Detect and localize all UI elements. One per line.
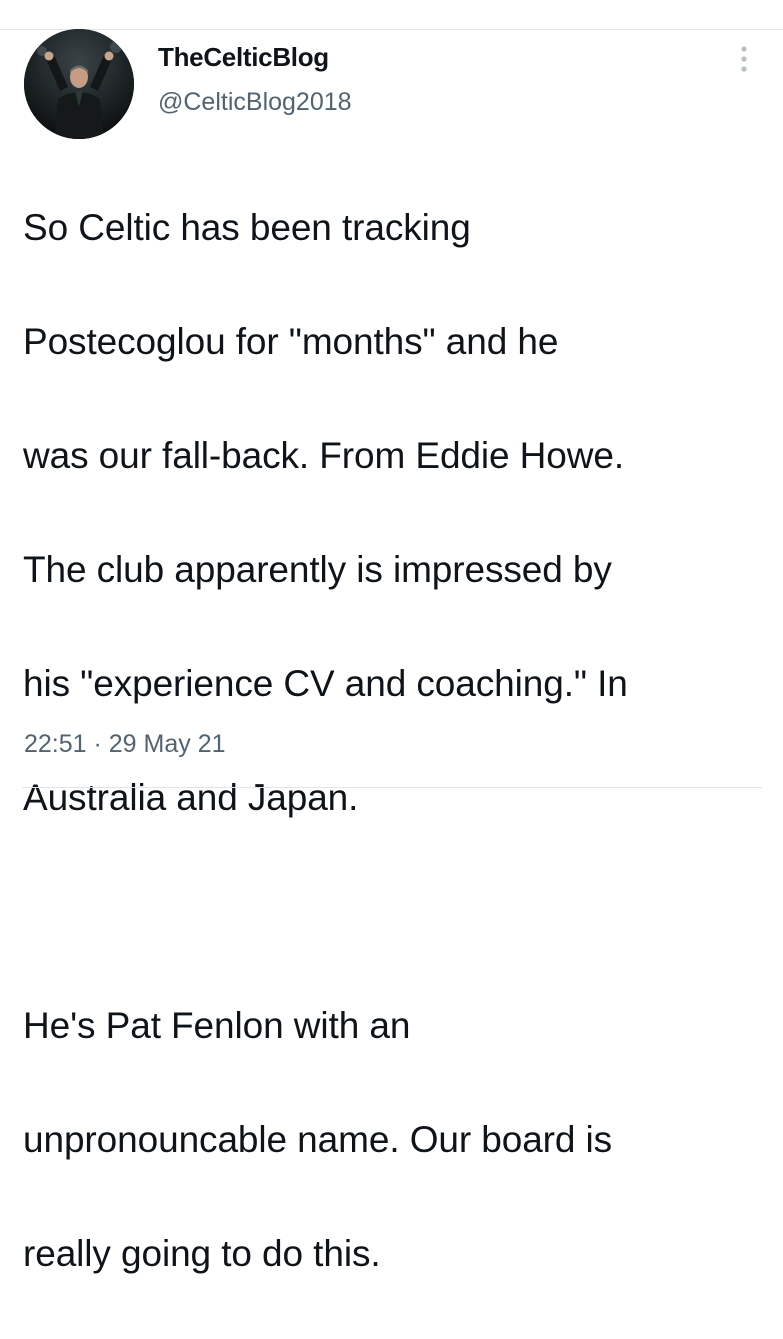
tweet-timestamp[interactable]: 22:51 · 29 May 21 <box>24 730 226 759</box>
tweet-line: So Celtic has been tracking <box>23 207 471 248</box>
tweet-line: The club apparently is impressed by <box>23 549 612 590</box>
tweet-line: Australia and Japan. <box>23 777 359 818</box>
bottom-divider <box>22 787 762 788</box>
display-name[interactable]: TheCelticBlog <box>158 42 329 73</box>
tweet-line: really going to do this. <box>23 1233 381 1274</box>
tweet-line: unpronouncable name. Our board is <box>23 1119 613 1160</box>
tweet-line: Postecoglou for "months" and he <box>23 321 559 362</box>
top-divider <box>0 29 783 30</box>
tweet-line: his "experience CV and coaching." In <box>23 663 628 704</box>
tweet-line: He's Pat Fenlon with an <box>23 1005 411 1046</box>
avatar[interactable] <box>24 29 134 139</box>
tweet-line: was our fall-back. From Eddie Howe. <box>23 435 625 476</box>
more-vertical-icon <box>741 46 747 72</box>
profile-photo-icon <box>24 29 134 139</box>
user-handle[interactable]: @CelticBlog2018 <box>158 88 352 117</box>
more-options-button[interactable] <box>732 42 756 78</box>
